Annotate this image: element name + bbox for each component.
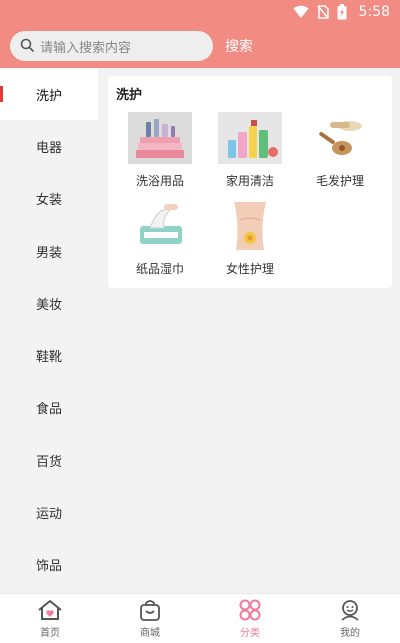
sidebar-item-womens-clothing[interactable]: 女装 [0, 173, 98, 225]
search-button[interactable]: 搜索 [225, 36, 253, 56]
category-icon [239, 599, 261, 620]
sidebar-item-appliances[interactable]: 电器 [0, 120, 98, 172]
sidebar-item-food[interactable]: 食品 [0, 382, 98, 434]
sidebar-item-accessories[interactable]: 饰品 [0, 539, 98, 591]
sidebar-item-shoes[interactable]: 鞋靴 [0, 329, 98, 381]
battery-charging-icon [337, 4, 347, 20]
subcategory-label: 毛发护理 [315, 174, 364, 188]
search-placeholder: 请输入搜索内容 [40, 40, 132, 56]
sidebar-item-cosmetics[interactable]: 美妆 [0, 277, 98, 329]
cleaning-bottles-image [218, 112, 282, 164]
subcategory-feminine-care[interactable]: 女性护理 [205, 200, 295, 277]
subcategory-label: 女性护理 [225, 262, 274, 276]
nav-category[interactable]: 分类 [200, 594, 300, 643]
nav-label: 我的 [340, 627, 360, 639]
category-sidebar: 洗护 电器 女装 男装 美妆 鞋靴 食品 百货 运动 饰品 [0, 68, 98, 593]
subcategory-paper-wipes[interactable]: 纸品湿巾 [115, 200, 205, 277]
bottom-nav: 首页 商城 分类 我的 [0, 593, 400, 643]
nav-profile[interactable]: 我的 [300, 594, 400, 643]
section-title: 洗护 [116, 88, 143, 103]
wet-wipes-image [128, 200, 192, 252]
status-time: 5:58 [358, 4, 390, 20]
search-icon [20, 37, 34, 56]
subcategory-bath-products[interactable]: 洗浴用品 [115, 112, 205, 189]
header: 请输入搜索内容 搜索 [0, 24, 400, 68]
home-icon [38, 599, 62, 620]
nav-home[interactable]: 首页 [0, 594, 100, 643]
status-bar: 5:58 [0, 0, 400, 24]
subcategory-label: 洗浴用品 [135, 174, 184, 188]
wifi-icon [293, 5, 309, 19]
nav-shop[interactable]: 商城 [100, 594, 200, 643]
subcategory-label: 纸品湿巾 [135, 262, 184, 276]
nav-label: 分类 [240, 627, 260, 639]
subcategory-label: 家用清洁 [225, 174, 274, 188]
subcategory-household-cleaning[interactable]: 家用清洁 [205, 112, 295, 189]
sidebar-item-general-goods[interactable]: 百货 [0, 434, 98, 486]
nav-label: 首页 [40, 627, 60, 639]
shop-bag-icon [140, 599, 160, 621]
no-sim-icon [316, 5, 329, 19]
hairbrush-image [308, 112, 372, 164]
feminine-care-image [218, 200, 282, 252]
nav-label: 商城 [140, 627, 160, 639]
sidebar-item-washcare[interactable]: 洗护 [0, 68, 98, 121]
profile-icon [341, 599, 359, 621]
sidebar-item-mens-clothing[interactable]: 男装 [0, 225, 98, 277]
towels-image [128, 112, 192, 164]
sidebar-item-sports[interactable]: 运动 [0, 486, 98, 538]
search-input[interactable]: 请输入搜索内容 [10, 31, 213, 61]
subcategory-hair-care[interactable]: 毛发护理 [295, 112, 385, 189]
category-content-panel: 洗护 洗浴用品 家用清洁 毛发护理 纸品湿巾 女性护理 [108, 76, 392, 288]
